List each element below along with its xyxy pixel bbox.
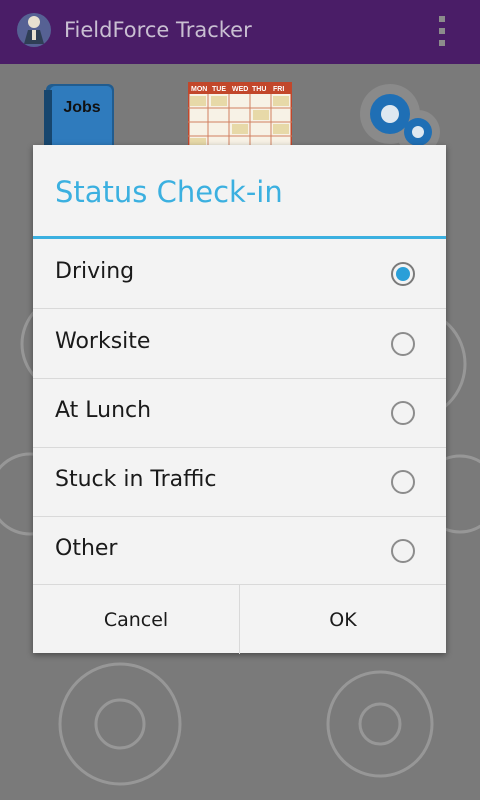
dialog-title: Status Check-in xyxy=(55,175,283,209)
option-stuck-in-traffic[interactable]: Stuck in Traffic xyxy=(33,447,446,517)
day-wed: WED xyxy=(232,86,248,93)
option-label: Other xyxy=(55,536,118,561)
option-worksite[interactable]: Worksite xyxy=(33,309,446,379)
option-other[interactable]: Other xyxy=(33,516,446,585)
day-fri: FRI xyxy=(273,86,284,93)
day-mon: MON xyxy=(191,86,207,93)
option-driving[interactable]: Driving xyxy=(33,239,446,309)
status-checkin-dialog: Status Check-in Driving Worksite At Lunc… xyxy=(33,145,446,654)
option-at-lunch[interactable]: At Lunch xyxy=(33,378,446,448)
action-bar: FieldForce Tracker xyxy=(0,0,480,64)
app-title: FieldForce Tracker xyxy=(64,18,252,42)
radio-button[interactable] xyxy=(391,332,415,356)
option-label: At Lunch xyxy=(55,398,152,423)
option-label: Stuck in Traffic xyxy=(55,467,217,492)
ok-button[interactable]: OK xyxy=(240,585,446,654)
day-tue: TUE xyxy=(212,86,226,93)
fieldforce-logo-icon[interactable] xyxy=(14,10,54,50)
radio-dot-icon xyxy=(396,267,410,281)
dialog-button-bar: Cancel OK xyxy=(33,584,446,654)
radio-button[interactable] xyxy=(391,470,415,494)
option-label: Driving xyxy=(55,259,135,284)
day-thu: THU xyxy=(252,86,266,93)
option-label: Worksite xyxy=(55,329,151,354)
overflow-menu-icon[interactable] xyxy=(436,14,448,48)
cancel-button[interactable]: Cancel xyxy=(33,585,240,654)
radio-button-selected[interactable] xyxy=(391,262,415,286)
jobs-tile-label: Jobs xyxy=(63,99,100,116)
radio-button[interactable] xyxy=(391,539,415,563)
radio-button[interactable] xyxy=(391,401,415,425)
